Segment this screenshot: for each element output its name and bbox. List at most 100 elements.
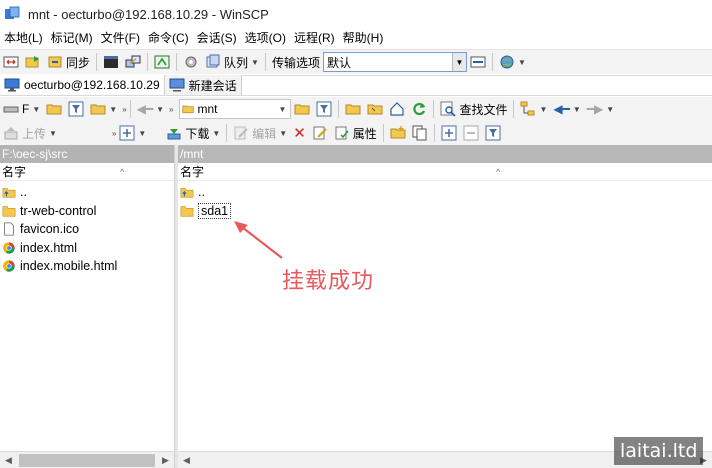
terminal-button[interactable]	[100, 51, 122, 73]
local-list-item[interactable]: favicon.ico	[0, 220, 174, 239]
new-folder-button[interactable]	[387, 122, 409, 144]
rename-button[interactable]	[309, 122, 331, 144]
parent-folder-icon	[180, 188, 194, 198]
toolbar-separator	[226, 124, 228, 142]
plus-box-icon	[119, 125, 135, 141]
remote-root-dir-button[interactable]	[364, 98, 386, 120]
remote-parent-dir-button[interactable]	[342, 98, 364, 120]
chevron-down-icon[interactable]: ▼	[451, 53, 466, 71]
local-list-item[interactable]: index.mobile.html	[0, 257, 174, 276]
synchronize-button[interactable]: 同步	[44, 51, 93, 73]
local-column-name[interactable]: 名字 ^	[0, 163, 174, 181]
folder-up-icon	[90, 104, 106, 115]
upload-button[interactable]: 上传 ▼	[0, 122, 60, 144]
minus-box-icon	[463, 125, 479, 141]
local-list-item[interactable]: index.html	[0, 239, 174, 258]
menu-file[interactable]: 文件(F)	[97, 28, 144, 48]
local-column-name-label: 名字	[2, 165, 27, 179]
scrollbar-thumb[interactable]	[19, 453, 155, 467]
remote-open-folder-button[interactable]	[291, 98, 313, 120]
remote-home-button[interactable]	[386, 98, 408, 120]
plus-box-icon	[441, 125, 457, 141]
edit-button[interactable]: 编辑 ▼	[230, 122, 290, 144]
properties-button[interactable]: 属性	[331, 122, 380, 144]
chevron-down-icon: ▼	[572, 104, 581, 114]
preferences-button[interactable]	[180, 51, 202, 73]
queue-button[interactable]: 队列 ▼	[202, 51, 262, 73]
sync-browse-button[interactable]	[22, 51, 44, 73]
local-list-item[interactable]: ..	[0, 183, 174, 202]
gear-icon	[185, 56, 197, 68]
local-horizontal-scrollbar[interactable]: ◀ ▶	[0, 451, 174, 468]
tab-session-label: oecturbo@192.168.10.29	[24, 78, 160, 92]
folder-open-icon	[294, 104, 310, 115]
scroll-left-icon[interactable]: ◀	[178, 452, 195, 468]
remote-folder-select[interactable]: mnt ▼	[179, 99, 292, 119]
open-in-putty-button[interactable]	[151, 51, 173, 73]
folder-icon	[2, 206, 16, 217]
menu-bar: 本地(L) 标记(M) 文件(F) 命令(C) 会话(S) 选项(O) 远程(R…	[0, 28, 712, 48]
remote-column-name-label: 名字	[180, 165, 205, 179]
local-open-folder-button[interactable]	[43, 98, 65, 120]
filter-icon	[485, 125, 501, 141]
local-list-item[interactable]: tr-web-control	[0, 202, 174, 221]
chevron-down-icon: ▼	[539, 104, 548, 114]
watermark: laitai.ltd	[614, 437, 704, 465]
menu-commands[interactable]: 命令(C)	[144, 28, 193, 48]
chevron-down-icon: ▼	[606, 104, 615, 114]
menu-options[interactable]: 选项(O)	[241, 28, 290, 48]
annotation-text: 挂载成功	[282, 269, 375, 294]
remote-path[interactable]: /mnt	[178, 145, 712, 163]
synchronize-label: 同步	[66, 55, 91, 70]
toolbar-overflow-icon[interactable]: »	[122, 105, 126, 114]
menu-remote[interactable]: 远程(R)	[290, 28, 339, 48]
search-icon	[440, 101, 457, 117]
menu-session[interactable]: 会话(S)	[193, 28, 241, 48]
folder-icon	[182, 105, 195, 114]
navigation-toolbar: F ▼ ▼ » ◀━ ▼ » mnt ▼ 查找文件 ▼ ◀━ ▼ ━▶ ▼	[0, 97, 712, 121]
chevron-down-icon: ▼	[279, 128, 288, 138]
parent-folder-icon	[2, 188, 16, 198]
unselect-files-button[interactable]	[460, 122, 482, 144]
download-button[interactable]: 下载 ▼	[163, 122, 223, 144]
delete-button[interactable]: ✕	[290, 122, 309, 144]
scroll-left-icon[interactable]: ◀	[0, 452, 17, 468]
local-filter-button[interactable]	[65, 98, 87, 120]
transfer-settings-button[interactable]	[467, 51, 489, 73]
chevron-down-icon[interactable]: ▼	[278, 105, 290, 114]
menu-mark[interactable]: 标记(M)	[47, 28, 97, 48]
new-folder-icon	[390, 126, 406, 139]
remote-column-name[interactable]: 名字 ^	[178, 163, 712, 181]
tree-view-button[interactable]: ▼	[517, 98, 550, 120]
copy-path-button[interactable]	[409, 122, 431, 144]
chrome-icon	[3, 242, 15, 254]
menu-local[interactable]: 本地(L)	[0, 28, 47, 48]
remote-refresh-button[interactable]	[408, 98, 430, 120]
find-files-button[interactable]: 查找文件	[437, 98, 510, 120]
terminal-icon	[104, 56, 119, 68]
remote-back-button[interactable]: ◀━ ▼	[550, 98, 583, 120]
network-button[interactable]: ▼	[496, 51, 529, 73]
tab-new-session[interactable]: 新建会话	[164, 75, 242, 95]
remote-list-item[interactable]: ..	[178, 183, 712, 202]
local-new-button[interactable]: ▼	[116, 122, 149, 144]
transfer-preset-select[interactable]: 默认 ▼	[322, 52, 467, 72]
local-parent-dir-button[interactable]: ▼	[87, 98, 120, 120]
chevron-down-icon: ▼	[138, 128, 147, 138]
filter-select-button[interactable]	[482, 122, 504, 144]
remote-filter-button[interactable]	[313, 98, 335, 120]
toolbar-separator	[264, 53, 266, 71]
local-path[interactable]: F:\oec-sj\src	[0, 145, 174, 163]
compare-dirs-button[interactable]	[0, 51, 22, 73]
local-back-button[interactable]: ◀━ ▼	[134, 98, 167, 120]
transfer-options-label: 传输选项	[271, 55, 320, 70]
select-files-button[interactable]	[438, 122, 460, 144]
toolbar-overflow-icon[interactable]: »	[169, 105, 173, 114]
remote-forward-button[interactable]: ━▶ ▼	[584, 98, 617, 120]
tab-session[interactable]: oecturbo@192.168.10.29	[0, 75, 165, 95]
folder-up-icon	[345, 104, 361, 115]
putty-button[interactable]	[122, 51, 144, 73]
menu-help[interactable]: 帮助(H)	[339, 28, 388, 48]
scroll-right-icon[interactable]: ▶	[157, 452, 174, 468]
local-drive-select[interactable]: F ▼	[0, 98, 43, 120]
